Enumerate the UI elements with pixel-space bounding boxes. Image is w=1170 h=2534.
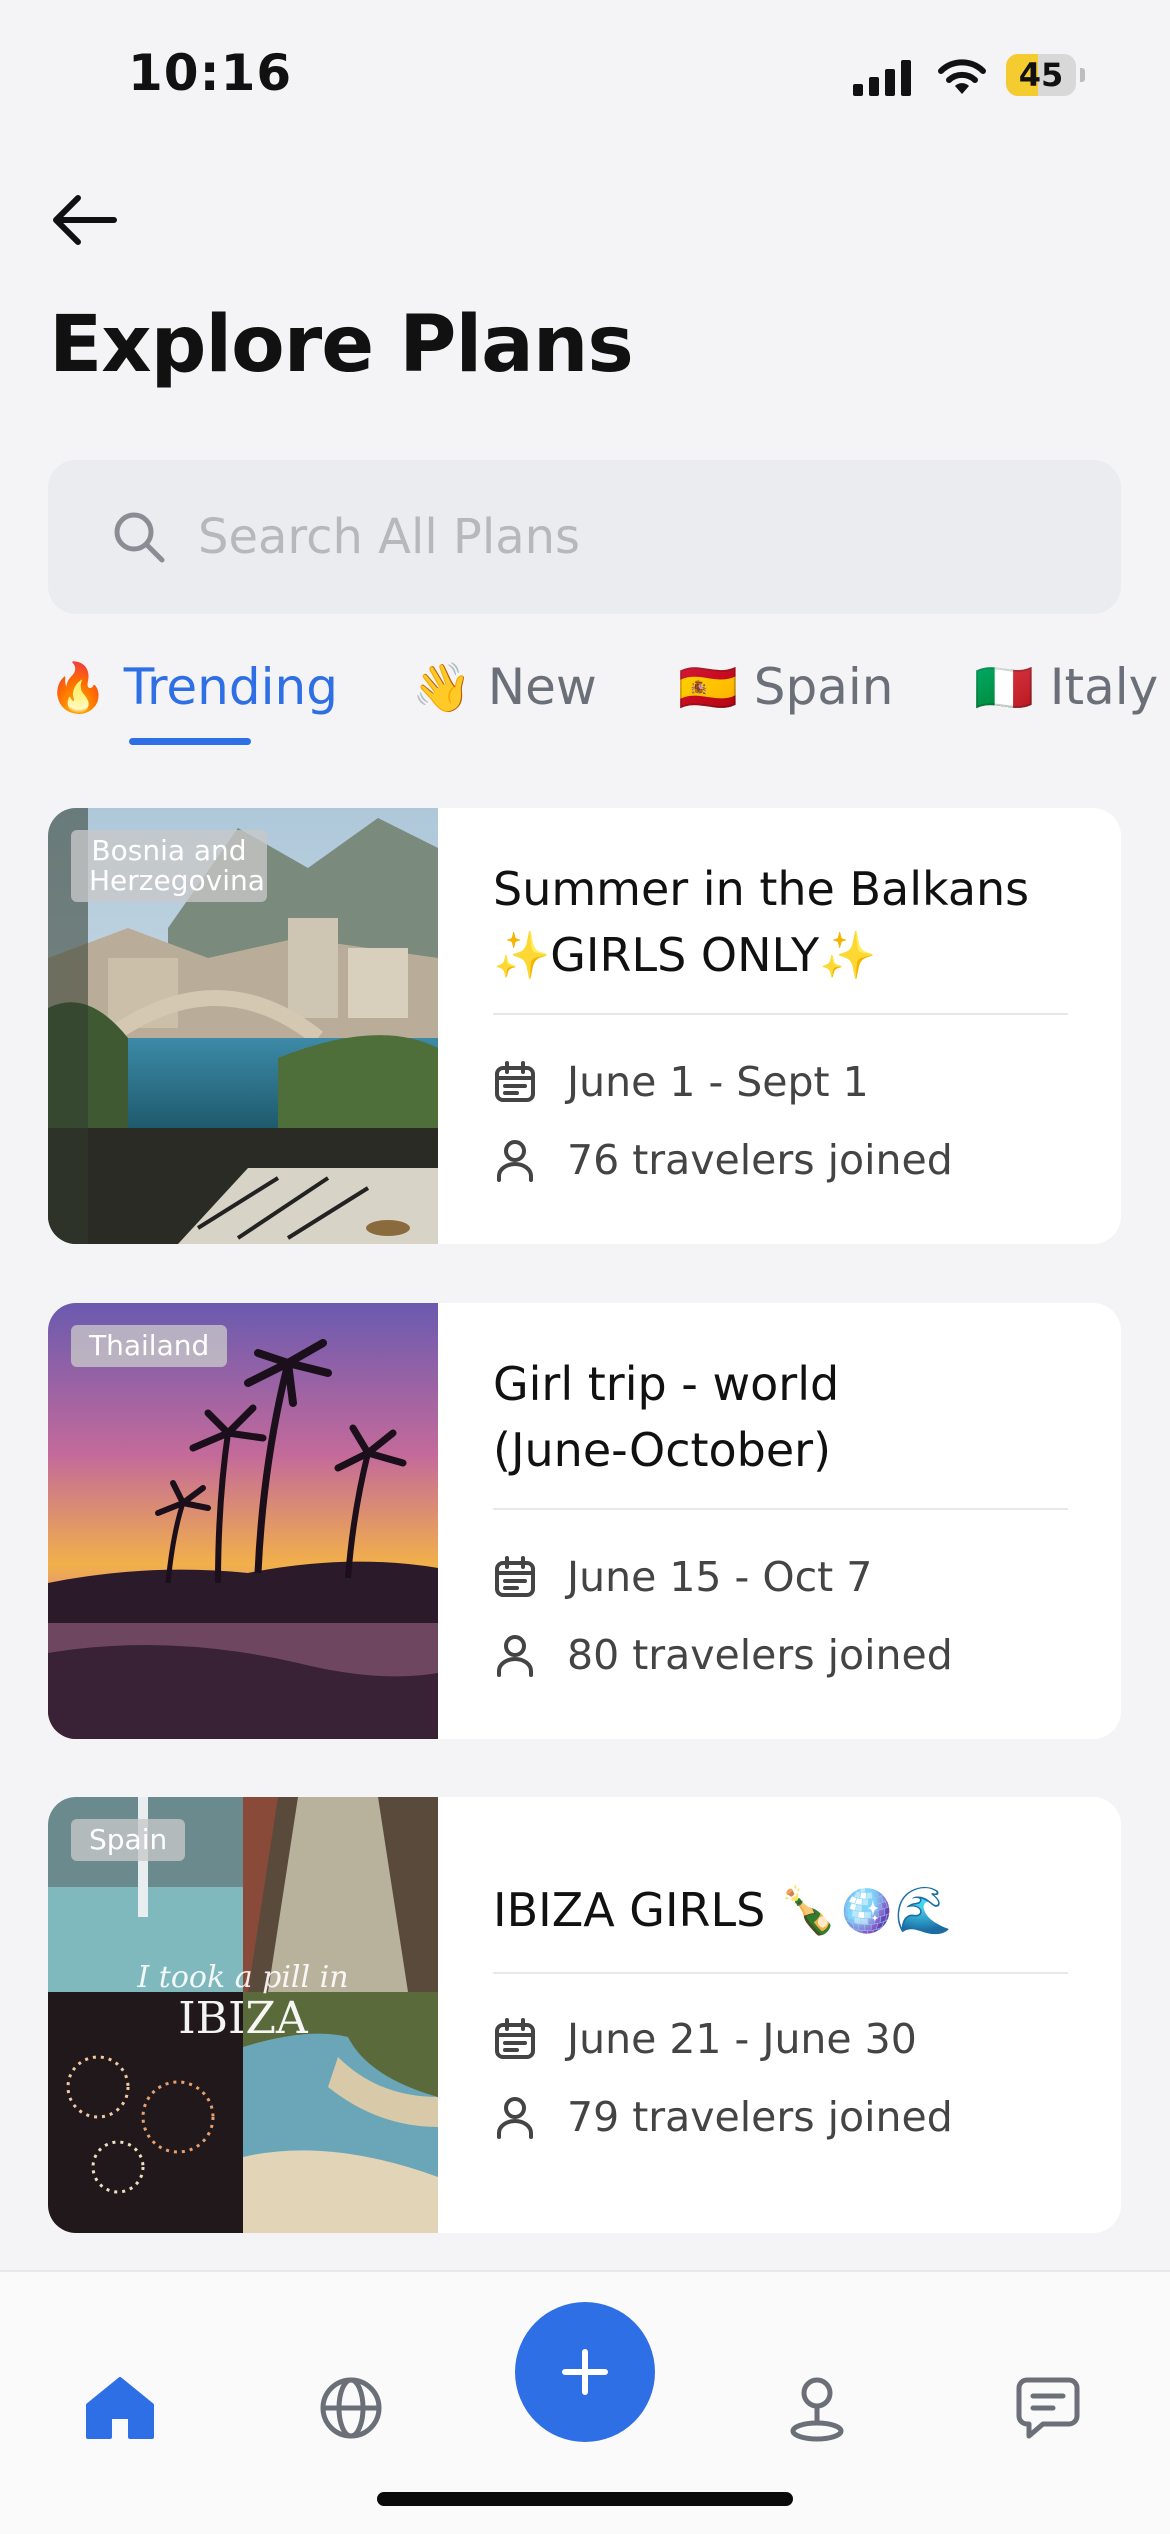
status-time: 10:16 bbox=[128, 44, 293, 102]
spain-flag-icon: 🇪🇸 bbox=[678, 659, 738, 716]
calendar-icon bbox=[493, 2017, 537, 2061]
location-badge: Bosnia and Herzegovina bbox=[71, 830, 267, 902]
plan-image: Thailand bbox=[48, 1303, 438, 1739]
svg-text:I took a pill in: I took a pill in bbox=[136, 1960, 348, 1995]
plus-icon bbox=[562, 2349, 608, 2395]
divider bbox=[493, 1508, 1068, 1510]
plan-travelers: 80 travelers joined bbox=[493, 1631, 953, 1679]
plan-card[interactable]: Bosnia and Herzegovina Summer in the Bal… bbox=[48, 808, 1121, 1244]
location-badge: Thailand bbox=[71, 1325, 228, 1367]
plan-title: Girl trip - world (June-October) bbox=[493, 1357, 840, 1477]
plan-image: Bosnia and Herzegovina bbox=[48, 808, 438, 1244]
globe-icon[interactable] bbox=[311, 2368, 391, 2448]
plan-card[interactable]: Thailand Girl trip - world (June-October… bbox=[48, 1303, 1121, 1739]
tab-trending[interactable]: 🔥 Trending bbox=[48, 658, 338, 716]
tab-new[interactable]: 👋 New bbox=[412, 658, 597, 716]
tab-label: Trending bbox=[123, 658, 338, 716]
plan-title: Summer in the Balkans ✨GIRLS ONLY✨ bbox=[493, 862, 1030, 982]
plan-title: IBIZA GIRLS 🍾🪩🌊 bbox=[493, 1883, 952, 1937]
person-icon bbox=[493, 1633, 537, 1677]
plan-travelers: 76 travelers joined bbox=[493, 1136, 953, 1184]
plan-card[interactable]: I took a pill in IBIZA Spain IBIZA GIRLS… bbox=[48, 1797, 1121, 2233]
page-title: Explore Plans bbox=[49, 300, 634, 390]
create-plan-button[interactable] bbox=[515, 2302, 655, 2442]
search-icon bbox=[112, 510, 166, 564]
person-icon bbox=[493, 2095, 537, 2139]
divider bbox=[493, 1013, 1068, 1015]
active-tab-indicator bbox=[129, 738, 251, 745]
plan-dates: June 21 - June 30 bbox=[493, 2015, 917, 2063]
calendar-icon bbox=[493, 1555, 537, 1599]
tab-label: Spain bbox=[753, 658, 894, 716]
tab-label: New bbox=[487, 658, 597, 716]
location-pin-icon[interactable] bbox=[777, 2368, 857, 2448]
plan-info: Girl trip - world (June-October) June 15… bbox=[493, 1303, 1073, 1739]
italy-flag-icon: 🇮🇹 bbox=[974, 659, 1034, 716]
chat-icon[interactable] bbox=[1008, 2368, 1088, 2448]
person-icon bbox=[493, 1138, 537, 1182]
cellular-signal-icon bbox=[853, 60, 911, 96]
plan-travelers: 79 travelers joined bbox=[493, 2093, 953, 2141]
fire-icon: 🔥 bbox=[48, 659, 108, 716]
home-indicator bbox=[377, 2492, 793, 2506]
waving-hand-icon: 👋 bbox=[412, 659, 472, 716]
wifi-icon bbox=[938, 59, 986, 94]
tab-spain[interactable]: 🇪🇸 Spain bbox=[678, 658, 893, 716]
tab-label: Italy bbox=[1049, 658, 1159, 716]
calendar-icon bbox=[493, 1060, 537, 1104]
arrow-left-icon bbox=[53, 195, 117, 245]
svg-text:IBIZA: IBIZA bbox=[178, 1993, 309, 2044]
back-button[interactable] bbox=[48, 188, 124, 252]
divider bbox=[493, 1972, 1068, 1974]
search-bar[interactable] bbox=[48, 460, 1121, 614]
battery-level: 45 bbox=[1018, 56, 1064, 94]
plan-dates: June 15 - Oct 7 bbox=[493, 1553, 872, 1601]
search-input[interactable] bbox=[196, 508, 1000, 566]
tab-italy[interactable]: 🇮🇹 Italy bbox=[974, 658, 1158, 716]
location-badge: Spain bbox=[71, 1819, 186, 1861]
battery-icon: 45 bbox=[1006, 54, 1086, 100]
plan-dates: June 1 - Sept 1 bbox=[493, 1058, 869, 1106]
category-tabs: 🔥 Trending 👋 New 🇪🇸 Spain 🇮🇹 Italy bbox=[48, 640, 1170, 750]
plan-info: Summer in the Balkans ✨GIRLS ONLY✨ June … bbox=[493, 808, 1073, 1244]
plan-image: I took a pill in IBIZA Spain bbox=[48, 1797, 438, 2233]
home-icon[interactable] bbox=[80, 2368, 160, 2448]
status-bar: 10:16 45 bbox=[0, 0, 1170, 150]
plan-info: IBIZA GIRLS 🍾🪩🌊 June 21 - June 30 79 tra… bbox=[493, 1797, 1073, 2233]
